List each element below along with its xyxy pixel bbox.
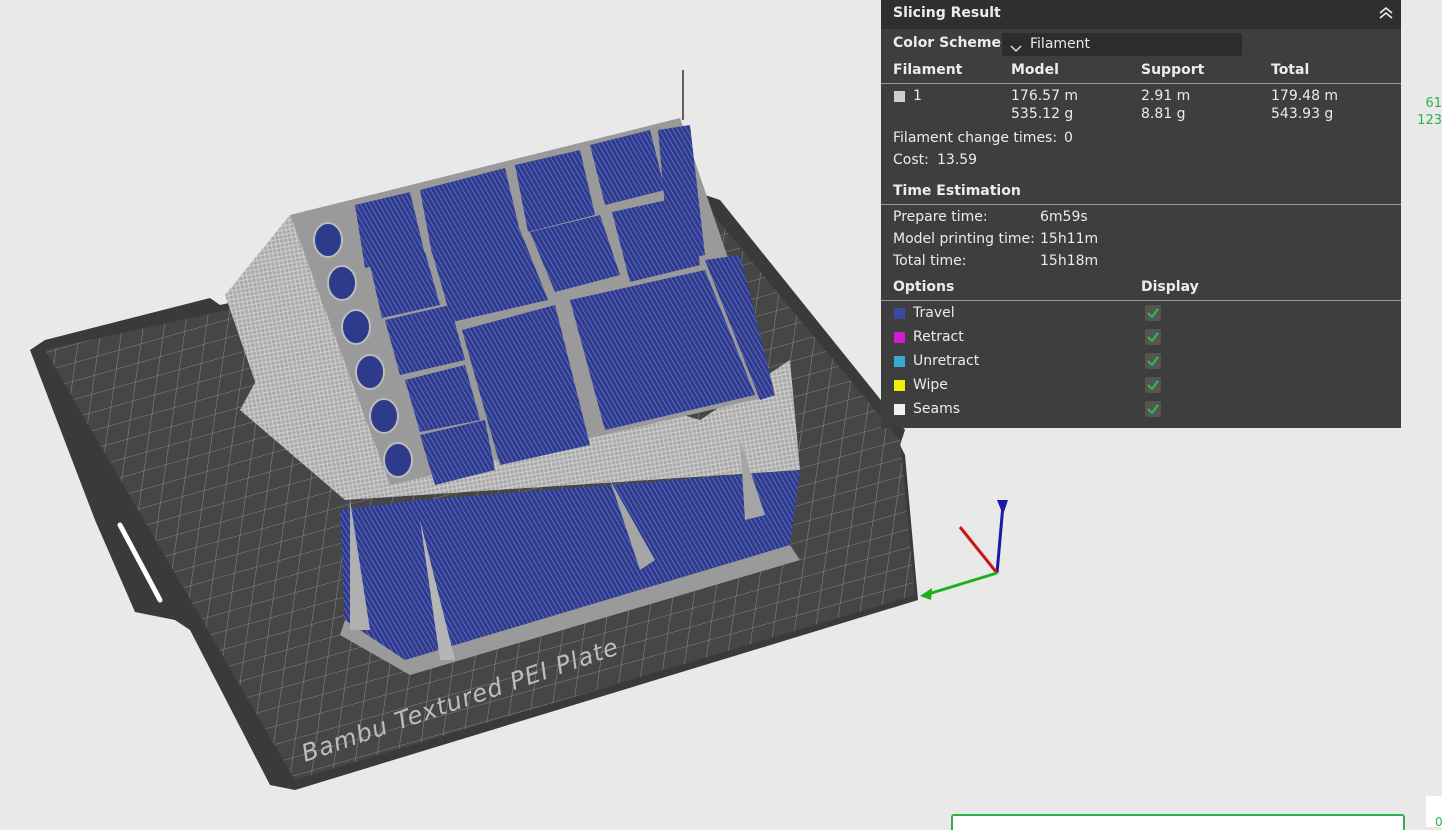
divider <box>881 204 1401 205</box>
header-filament: Filament <box>893 62 963 78</box>
layer-top-value: 61 <box>1425 96 1442 111</box>
collapse-icon[interactable] <box>1377 4 1395 22</box>
layer-bottom-value: 123 <box>1417 113 1442 128</box>
seams-swatch <box>894 404 905 415</box>
unretract-display-checkbox[interactable] <box>1145 353 1161 369</box>
display-heading: Display <box>1141 279 1199 295</box>
filament-id: 1 <box>913 88 922 104</box>
horizontal-slider[interactable] <box>951 814 1405 830</box>
travel-swatch <box>894 308 905 319</box>
wipe-swatch <box>894 380 905 391</box>
support-length: 2.91 m <box>1141 88 1191 104</box>
cost-label: Cost: <box>893 152 929 168</box>
total-weight: 543.93 g <box>1271 106 1334 122</box>
option-retract-label: Retract <box>913 329 964 345</box>
color-scheme-select[interactable]: Filament <box>1002 33 1242 56</box>
filament-change-label: Filament change times: <box>893 130 1058 146</box>
seams-display-checkbox[interactable] <box>1145 401 1161 417</box>
layer-slider-readout[interactable]: 61 123 <box>1417 95 1442 129</box>
options-heading: Options <box>893 279 955 295</box>
slicing-result-panel: Slicing Result Color Scheme Filament Fil… <box>881 0 1401 428</box>
model-weight: 535.12 g <box>1011 106 1074 122</box>
retract-swatch <box>894 332 905 343</box>
color-scheme-label: Color Scheme <box>893 35 1002 51</box>
check-icon <box>1147 404 1159 415</box>
prepare-time-label: Prepare time: <box>893 209 988 225</box>
model-print-time-value: 15h11m <box>1040 231 1099 247</box>
divider <box>881 300 1401 301</box>
option-unretract-label: Unretract <box>913 353 980 369</box>
total-time-value: 15h18m <box>1040 253 1099 269</box>
time-estimation-heading: Time Estimation <box>893 183 1021 199</box>
filament-change-value: 0 <box>1064 130 1073 146</box>
model-print-time-label: Model printing time: <box>893 231 1035 247</box>
option-travel-label: Travel <box>913 305 955 321</box>
travel-display-checkbox[interactable] <box>1145 305 1161 321</box>
total-length: 179.48 m <box>1271 88 1339 104</box>
option-seams-label: Seams <box>913 401 961 417</box>
unretract-swatch <box>894 356 905 367</box>
check-icon <box>1147 308 1159 319</box>
header-support: Support <box>1141 62 1205 78</box>
support-weight: 8.81 g <box>1141 106 1186 122</box>
filament-swatch <box>894 91 905 102</box>
prepare-time-value: 6m59s <box>1040 209 1088 225</box>
chevron-down-icon <box>1010 41 1022 57</box>
retract-display-checkbox[interactable] <box>1145 329 1161 345</box>
model-length: 176.57 m <box>1011 88 1079 104</box>
header-model: Model <box>1011 62 1059 78</box>
panel-header: Slicing Result <box>881 0 1401 29</box>
option-wipe-label: Wipe <box>913 377 948 393</box>
check-icon <box>1147 332 1159 343</box>
check-icon <box>1147 356 1159 367</box>
axis-gizmo <box>920 500 1008 600</box>
header-total: Total <box>1271 62 1310 78</box>
check-icon <box>1147 380 1159 391</box>
wipe-display-checkbox[interactable] <box>1145 377 1161 393</box>
panel-title: Slicing Result <box>893 5 1001 21</box>
divider <box>881 83 1401 84</box>
total-time-label: Total time: <box>893 253 967 269</box>
color-scheme-value: Filament <box>1030 36 1091 52</box>
cost-value: 13.59 <box>937 152 978 168</box>
